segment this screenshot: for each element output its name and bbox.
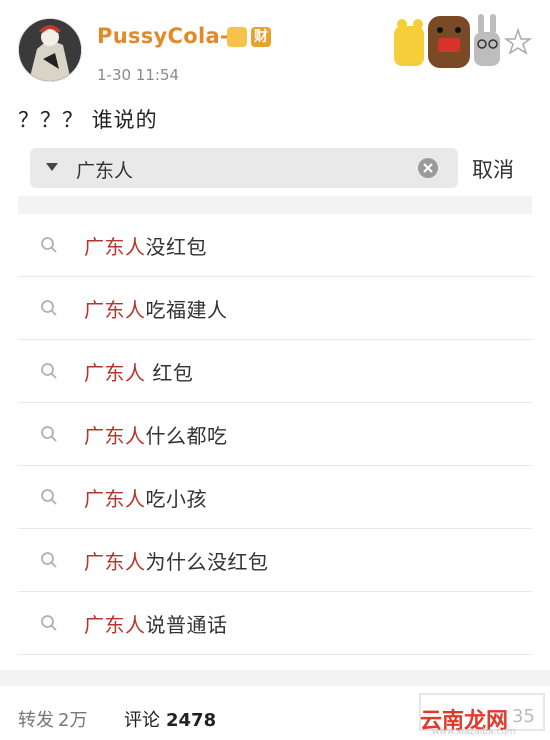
suggestion-item[interactable]: 广东人吃福建人 xyxy=(18,277,532,340)
suggestion-item[interactable]: 广东人什么都吃 xyxy=(18,403,532,466)
search-input[interactable]: 广东人 xyxy=(76,156,133,183)
caret-down-icon[interactable] xyxy=(46,163,58,172)
suggestion-rest: 说普通话 xyxy=(145,613,228,637)
suggestion-text: 广东人什么都吃 xyxy=(84,420,228,449)
suggestion-rest: 吃福建人 xyxy=(145,298,228,322)
suggestion-item[interactable]: 广东人为什么没红包 xyxy=(18,529,532,592)
crown-icon xyxy=(227,27,247,47)
avatar-image xyxy=(19,19,81,81)
suggestion-text: 广东人为什么没红包 xyxy=(84,546,269,575)
search-icon xyxy=(41,426,57,442)
suggestion-item[interactable]: 广东人吃小孩 xyxy=(18,466,532,529)
divider xyxy=(0,670,550,686)
fortune-badge: 财 xyxy=(251,27,271,47)
sticker-decoration xyxy=(394,14,533,68)
suggestion-highlight: 广东人 xyxy=(84,550,146,574)
suggestion-list: 广东人没红包 广东人吃福建人 广东人 红包 广东人什么都吃 广东人吃小孩 广东人为什么没红… xyxy=(18,214,532,655)
suggestion-text: 广东人说普通话 xyxy=(84,609,228,638)
search-icon xyxy=(41,237,57,253)
post-time: 1-30 11:54 xyxy=(97,66,180,84)
suggestion-rest: 吃小孩 xyxy=(145,487,207,511)
suggestion-rest: 红包 xyxy=(145,361,194,385)
suggestion-text: 广东人没红包 xyxy=(84,231,207,260)
cancel-button[interactable]: 取消 xyxy=(472,154,514,184)
comment-button[interactable]: 评论 2478 xyxy=(124,706,216,732)
action-bar: 转发 2万 评论 2478 xyxy=(18,706,216,732)
repost-label: 转发 xyxy=(18,710,54,731)
clear-icon[interactable] xyxy=(418,158,438,178)
suggestion-item[interactable]: 广东人说普通话 xyxy=(18,592,532,655)
post-text: ？？？ 谁说的 xyxy=(18,108,158,132)
suggestion-highlight: 广东人 xyxy=(84,298,146,322)
search-icon xyxy=(41,615,57,631)
comment-label: 评论 xyxy=(124,710,160,731)
suggestion-highlight: 广东人 xyxy=(84,235,146,259)
watermark-url: www.xiazaiba.com xyxy=(432,727,516,737)
suggestion-item[interactable]: 广东人没红包 xyxy=(18,214,532,277)
suggestion-text: 广东人吃小孩 xyxy=(84,483,207,512)
username[interactable]: PussyCola- xyxy=(97,24,229,48)
search-icon xyxy=(41,489,57,505)
divider xyxy=(18,196,532,214)
suggestion-highlight: 广东人 xyxy=(84,361,146,385)
repost-count: 2万 xyxy=(58,710,88,731)
search-icon xyxy=(41,363,57,379)
suggestion-item[interactable]: 广东人 红包 xyxy=(18,340,532,403)
suggestion-rest: 没红包 xyxy=(145,235,207,259)
suggestion-text: 广东人吃福建人 xyxy=(84,294,228,323)
suggestion-highlight: 广东人 xyxy=(84,613,146,637)
suggestion-highlight: 广东人 xyxy=(84,487,146,511)
suggestion-rest: 什么都吃 xyxy=(145,424,228,448)
comment-count: 2478 xyxy=(166,710,217,731)
search-bar[interactable]: 广东人 xyxy=(30,148,458,188)
repost-button[interactable]: 转发 2万 xyxy=(18,710,87,731)
search-icon xyxy=(41,300,57,316)
suggestion-highlight: 广东人 xyxy=(84,424,146,448)
avatar[interactable] xyxy=(18,18,82,82)
suggestion-rest: 为什么没红包 xyxy=(145,550,269,574)
search-icon xyxy=(41,552,57,568)
suggestion-text: 广东人 红包 xyxy=(84,357,193,386)
